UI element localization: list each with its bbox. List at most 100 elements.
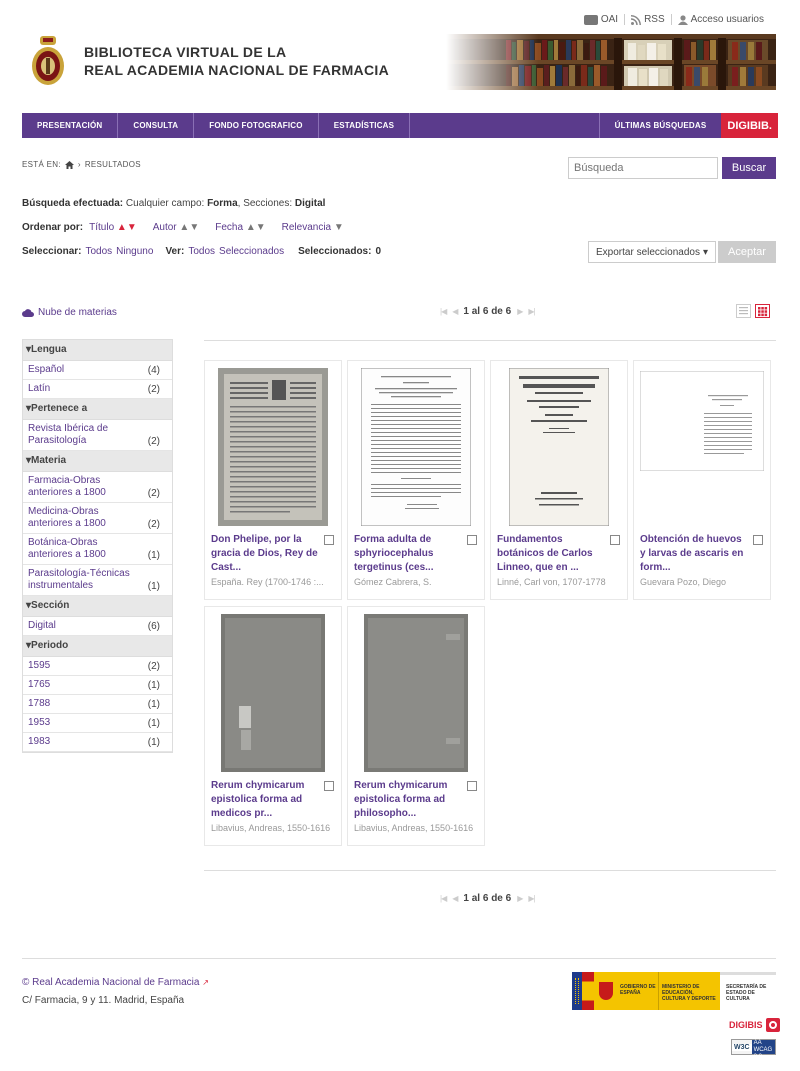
facet-item[interactable]: Botánica-Obras anteriores a 1800 (1) (23, 534, 172, 565)
coat-of-arms-icon (594, 972, 618, 1010)
facet-item[interactable]: 1765 (1) (23, 676, 172, 695)
sort-desc-icon[interactable]: ▼ (256, 222, 266, 233)
access-link[interactable]: Acceso usuarios (670, 14, 770, 25)
oai-link[interactable]: OAI (578, 14, 624, 25)
result-card[interactable]: Don Phelipe, por la gracia de Dios, Rey … (204, 360, 342, 600)
nav-consulta[interactable]: CONSULTA (118, 113, 195, 138)
select-all-link[interactable]: Todos (85, 246, 112, 257)
sort-asc-icon[interactable]: ▲ (179, 222, 189, 233)
result-title[interactable]: Fundamentos botánicos de Carlos Linneo, … (497, 533, 607, 575)
result-title[interactable]: Rerum chymicarum epistolica forma ad phi… (354, 779, 464, 821)
result-thumbnail[interactable] (211, 367, 335, 527)
digibis-logo[interactable]: DIGIBIS (729, 1018, 780, 1032)
view-all-link[interactable]: Todos (188, 246, 215, 257)
result-card[interactable]: Fundamentos botánicos de Carlos Linneo, … (490, 360, 628, 600)
selection-bar: Seleccionar: Todos Ninguno Ver: Todos Se… (22, 246, 381, 257)
grid-view-icon[interactable] (755, 304, 770, 318)
nav-presentacion[interactable]: PRESENTACIÓN (22, 113, 119, 138)
facet-item[interactable]: Farmacia-Obras anteriores a 1800 (2) (23, 472, 172, 503)
view-selected-link[interactable]: Seleccionados (219, 246, 284, 257)
result-checkbox[interactable] (324, 535, 334, 545)
select-none-link[interactable]: Ninguno (116, 246, 153, 257)
facet-item[interactable]: 1595 (2) (23, 657, 172, 676)
facet-header-periodo[interactable]: ▾Periodo (23, 636, 172, 657)
facet-header-lengua[interactable]: ▾Lengua (23, 340, 172, 361)
result-card[interactable]: Obtención de huevos y larvas de ascaris … (633, 360, 771, 600)
results-top-rule (204, 340, 776, 341)
nav-estadisticas[interactable]: ESTADÍSTICAS (319, 113, 411, 138)
rss-link[interactable]: RSS (624, 14, 671, 25)
result-thumbnail[interactable] (497, 367, 621, 527)
result-card[interactable]: Forma adulta de sphyriocephalus tergetin… (347, 360, 485, 600)
search-button[interactable]: Buscar (722, 157, 776, 179)
footer-copyright-link[interactable]: © Real Academia Nacional de Farmacia ↗ (22, 974, 209, 992)
result-thumbnail[interactable] (354, 367, 478, 527)
facet-item[interactable]: Medicina-Obras anteriores a 1800 (2) (23, 503, 172, 534)
result-checkbox[interactable] (753, 535, 763, 545)
facet-header-pertenece[interactable]: ▾Pertenece a (23, 399, 172, 420)
result-title[interactable]: Obtención de huevos y larvas de ascaris … (640, 533, 750, 575)
result-card[interactable]: Rerum chymicarum epistolica forma ad phi… (347, 606, 485, 846)
last-page-icon[interactable]: ▶| (528, 894, 535, 903)
result-title[interactable]: Don Phelipe, por la gracia de Dios, Rey … (211, 533, 321, 575)
facet-item[interactable]: 1788 (1) (23, 695, 172, 714)
facet-item-label: 1788 (28, 698, 51, 709)
sort-desc-icon[interactable]: ▼ (334, 222, 344, 233)
prev-page-icon[interactable]: ◀ (452, 894, 458, 903)
government-logo[interactable]: GOBIERNO DE ESPAÑA MINISTERIO DE EDUCACI… (572, 972, 776, 1010)
site-title[interactable]: BIBLIOTECA VIRTUAL DE LA REAL ACADEMIA N… (84, 43, 389, 79)
sort-asc-icon[interactable]: ▲ (246, 222, 256, 233)
result-checkbox[interactable] (610, 535, 620, 545)
facet-header-materia[interactable]: ▾Materia (23, 451, 172, 472)
sort-autor[interactable]: Autor ▲▼ (153, 222, 200, 233)
sort-titulo[interactable]: Título ▲▼ (89, 222, 137, 233)
wcag-badge[interactable]: W3C WAI-AA WCAG 2.0 (731, 1033, 776, 1060)
sort-asc-icon[interactable]: ▲ (117, 222, 127, 233)
academy-logo[interactable] (30, 36, 66, 88)
document-thumbnail-image (364, 614, 468, 772)
result-title[interactable]: Rerum chymicarum epistolica forma ad med… (211, 779, 321, 821)
dropdown-arrow-icon: ▾ (702, 246, 708, 258)
facet-item[interactable]: Parasitología-Técnicas instrumentales (1) (23, 565, 172, 596)
facet-item[interactable]: 1983 (1) (23, 733, 172, 752)
accept-button[interactable]: Aceptar (718, 241, 776, 263)
result-thumbnail[interactable] (354, 613, 478, 773)
facet-item-label: Revista Ibérica de Parasitología (28, 423, 109, 446)
document-thumbnail-image (361, 368, 471, 526)
nav-fondo-fotografico[interactable]: FONDO FOTOGRAFICO (194, 113, 319, 138)
facet-header-seccion[interactable]: ▾Sección (23, 596, 172, 617)
facet-item[interactable]: 1953 (1) (23, 714, 172, 733)
footer-info: © Real Academia Nacional de Farmacia ↗ C… (22, 974, 209, 1010)
sort-desc-icon[interactable]: ▼ (127, 222, 137, 233)
export-select[interactable]: Exportar seleccionados ▾ (588, 241, 716, 263)
result-title[interactable]: Forma adulta de sphyriocephalus tergetin… (354, 533, 464, 575)
digibib-logo[interactable]: DIGIBIB. (721, 113, 778, 138)
result-card[interactable]: Rerum chymicarum epistolica forma ad med… (204, 606, 342, 846)
facet-item-count: (4) (147, 365, 160, 376)
result-thumbnail[interactable] (640, 367, 764, 527)
facet-item[interactable]: Español (4) (23, 361, 172, 380)
home-icon[interactable] (64, 160, 74, 169)
sort-relevancia[interactable]: Relevancia ▼ (282, 222, 344, 233)
search-input[interactable] (568, 157, 718, 179)
result-checkbox[interactable] (467, 781, 477, 791)
first-page-icon[interactable]: |◀ (440, 894, 447, 903)
sort-desc-icon[interactable]: ▼ (189, 222, 199, 233)
list-view-icon[interactable] (736, 304, 751, 318)
result-thumbnail[interactable] (211, 613, 335, 773)
facet-item-label: 1765 (28, 679, 51, 690)
subject-cloud-link[interactable]: Nube de materias (22, 307, 117, 318)
prev-page-icon[interactable]: ◀ (452, 307, 458, 316)
nav-ultimas-busquedas[interactable]: ÚLTIMAS BÚSQUEDAS (598, 113, 722, 138)
result-checkbox[interactable] (467, 535, 477, 545)
sort-fecha[interactable]: Fecha ▲▼ (215, 222, 265, 233)
facet-item[interactable]: Revista Ibérica de Parasitología (2) (23, 420, 172, 451)
first-page-icon[interactable]: |◀ (440, 307, 447, 316)
next-page-icon[interactable]: ▶ (517, 894, 523, 903)
ministry-label: MINISTERIO DE EDUCACIÓN, CULTURA Y DEPOR… (658, 972, 720, 1010)
result-checkbox[interactable] (324, 781, 334, 791)
facet-item[interactable]: Digital (6) (23, 617, 172, 636)
next-page-icon[interactable]: ▶ (517, 307, 523, 316)
facet-item[interactable]: Latín (2) (23, 380, 172, 399)
last-page-icon[interactable]: ▶| (528, 307, 535, 316)
